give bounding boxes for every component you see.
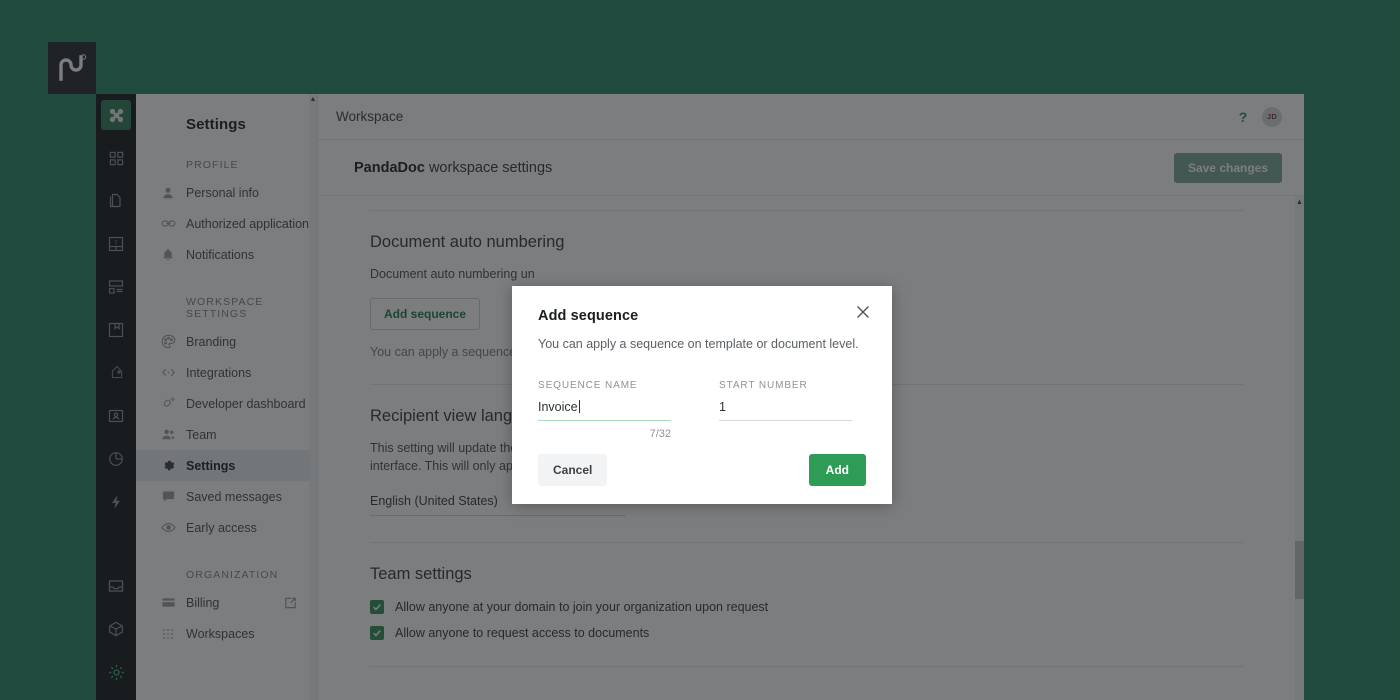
text-caret xyxy=(578,400,580,413)
modal-fields: SEQUENCE NAME Invoice 7/32 START NUMBER … xyxy=(538,380,866,440)
start-number-label: START NUMBER xyxy=(719,380,808,391)
cancel-button[interactable]: Cancel xyxy=(538,454,608,486)
sequence-name-field: SEQUENCE NAME Invoice 7/32 xyxy=(538,380,671,440)
start-number-field: START NUMBER 1 xyxy=(719,380,852,440)
modal-actions: Cancel Add xyxy=(538,454,866,486)
add-button[interactable]: Add xyxy=(808,454,866,486)
sequence-name-input[interactable]: Invoice xyxy=(538,391,671,420)
character-counter: 7/32 xyxy=(649,428,671,440)
sequence-name-label: SEQUENCE NAME xyxy=(538,380,638,391)
modal-description: You can apply a sequence on template or … xyxy=(538,337,859,351)
modal-title: Add sequence xyxy=(538,308,639,324)
add-sequence-modal: Add sequence You can apply a sequence on… xyxy=(512,286,892,504)
sequence-name-value: Invoice xyxy=(538,400,578,414)
start-number-underline xyxy=(719,420,852,421)
close-icon[interactable] xyxy=(854,303,872,321)
sequence-name-underline xyxy=(538,420,671,421)
start-number-input[interactable]: 1 xyxy=(719,391,852,420)
